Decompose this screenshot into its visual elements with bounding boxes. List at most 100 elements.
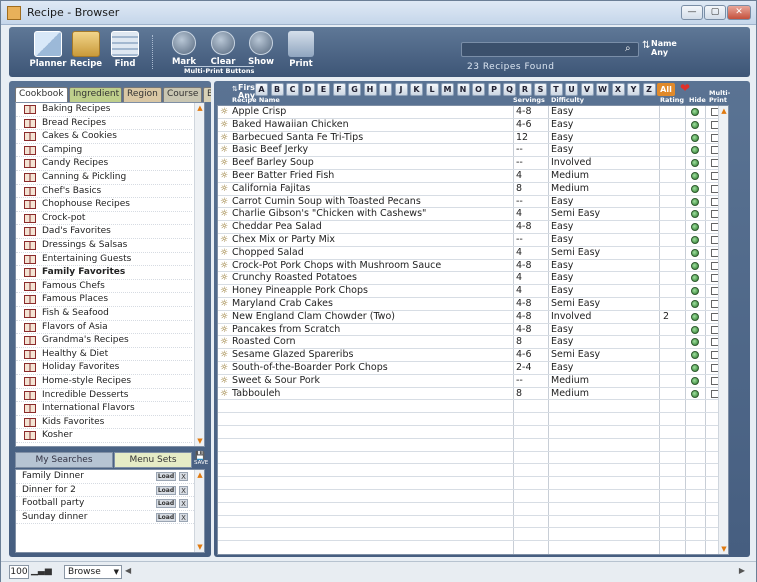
table-row[interactable]: ☼ South-of-the-Boarder Pork Chops 2-4 Easy xyxy=(218,362,719,375)
hide-toggle[interactable] xyxy=(691,108,699,116)
letter-button-p[interactable]: P xyxy=(487,83,501,96)
col-head-difficulty[interactable]: Difficulty xyxy=(551,97,584,104)
hide-toggle[interactable] xyxy=(691,146,699,155)
menu-set-item[interactable]: Football party Load X xyxy=(16,497,194,511)
table-row[interactable]: ☼ Chopped Salad 4 Semi Easy xyxy=(218,247,719,260)
letter-button-k[interactable]: K xyxy=(410,83,423,96)
all-letters-button[interactable]: All xyxy=(657,83,675,96)
table-row[interactable]: ☼ Crunchy Roasted Potatoes 4 Easy xyxy=(218,272,719,286)
col-head-hide[interactable]: Hide xyxy=(689,97,706,104)
cookbook-item[interactable]: Baking Recipes xyxy=(16,103,192,117)
scroll-right-icon[interactable]: ▶ xyxy=(739,566,745,575)
cookbook-item[interactable]: Famous Chefs xyxy=(16,280,192,294)
table-row[interactable]: ☼ Pancakes from Scratch 4-8 Easy xyxy=(218,324,719,337)
letter-button-s[interactable]: S xyxy=(534,83,547,96)
recipe-button[interactable]: Recipe xyxy=(67,31,105,69)
cookbook-item[interactable]: Entertaining Guests xyxy=(16,253,192,267)
hide-toggle[interactable] xyxy=(691,312,699,321)
table-row[interactable]: ☼ Sweet & Sour Pork -- Medium xyxy=(218,375,719,388)
scroll-up-icon[interactable]: ▲ xyxy=(196,104,204,112)
table-row[interactable]: ☼ Maryland Crab Cakes 4-8 Semi Easy xyxy=(218,298,719,311)
cookbook-item[interactable]: Holiday Favorites xyxy=(16,361,192,375)
close-button[interactable]: ✕ xyxy=(727,5,751,20)
title-bar[interactable]: Recipe - Browser — ▢ ✕ xyxy=(1,1,756,25)
load-button[interactable]: Load xyxy=(156,512,176,522)
table-row[interactable]: ☼ Carrot Cumin Soup with Toasted Pecans --… xyxy=(218,196,719,209)
col-head-servings[interactable]: Servings xyxy=(513,97,545,104)
letter-button-j[interactable]: J xyxy=(394,83,408,96)
mark-button[interactable]: Mark xyxy=(165,31,203,67)
table-row[interactable]: ☼ Basic Beef Jerky -- Easy xyxy=(218,144,719,158)
letter-button-y[interactable]: Y xyxy=(627,83,640,96)
cookbook-item[interactable]: Incredible Desserts xyxy=(16,389,192,403)
hide-toggle[interactable] xyxy=(691,120,699,129)
cookbook-item[interactable]: Dad's Favorites xyxy=(16,225,192,239)
letter-button-n[interactable]: N xyxy=(456,83,470,96)
sort-arrow-icon[interactable]: ⇅ xyxy=(642,40,650,51)
zoom-level[interactable]: 100 xyxy=(9,565,29,579)
table-row[interactable]: ☼ Apple Crisp 4-8 Easy xyxy=(218,106,719,119)
letter-button-r[interactable]: R xyxy=(518,83,532,96)
cookbook-item[interactable]: Bread Recipes xyxy=(16,117,192,131)
load-button[interactable]: Load xyxy=(156,499,176,508)
load-button[interactable]: Load xyxy=(156,485,176,495)
zoom-icons[interactable]: ▁▃▅ xyxy=(31,566,52,576)
table-row[interactable]: ☼ Sesame Glazed Spareribs 4-6 Semi Easy xyxy=(218,349,719,362)
table-row[interactable]: ☼ Beef Barley Soup -- Involved xyxy=(218,157,719,170)
search-scope-toggle[interactable]: Name Any xyxy=(651,39,677,57)
save-icon[interactable]: 💾 SAVE xyxy=(194,452,208,468)
letter-button-v[interactable]: V xyxy=(580,83,594,96)
hide-toggle[interactable] xyxy=(691,338,699,347)
menu-set-item[interactable]: Family Dinner Load X xyxy=(16,470,194,484)
cookbook-item[interactable]: Kids Favorites xyxy=(16,416,192,430)
col-head-rating[interactable]: Rating xyxy=(660,97,684,104)
letter-button-e[interactable]: E xyxy=(317,83,330,96)
cookbook-item[interactable]: Chef's Basics xyxy=(16,185,192,199)
letter-button-t[interactable]: T xyxy=(549,83,563,96)
scroll-down-icon[interactable]: ▼ xyxy=(720,545,728,553)
hide-toggle[interactable] xyxy=(691,274,699,283)
letter-button-a[interactable]: A xyxy=(255,83,268,96)
letter-button-f[interactable]: F xyxy=(332,83,346,96)
cookbook-item[interactable]: Grandma's Recipes xyxy=(16,334,192,348)
letter-button-q[interactable]: Q xyxy=(503,83,516,96)
delete-button[interactable]: X xyxy=(179,472,188,481)
cookbook-item[interactable]: Camping xyxy=(16,144,192,158)
letter-button-u[interactable]: U xyxy=(565,83,578,96)
table-row[interactable]: ☼ Beer Batter Fried Fish 4 Medium xyxy=(218,170,719,183)
table-row[interactable]: ☼ Honey Pineapple Pork Chops 4 Easy xyxy=(218,285,719,298)
delete-button[interactable]: X xyxy=(179,485,188,495)
scroll-up-icon[interactable]: ▲ xyxy=(720,107,728,115)
cookbook-item[interactable]: Healthy & Diet xyxy=(16,348,192,362)
hide-toggle[interactable] xyxy=(691,184,699,193)
cookbook-item[interactable]: Dressings & Salsas xyxy=(16,239,192,253)
planner-button[interactable]: Planner xyxy=(29,31,67,69)
scroll-down-icon[interactable]: ▼ xyxy=(196,437,204,445)
tab-ingredient[interactable]: Ingredient xyxy=(69,87,122,102)
table-row[interactable]: ☼ Roasted Corn 8 Easy xyxy=(218,336,719,350)
hide-toggle[interactable] xyxy=(691,300,699,308)
recipe-table[interactable]: ☼ Apple Crisp 4-8 Easy ☼ Baked Hawaiian Chick… xyxy=(217,105,729,555)
cookbook-item[interactable]: Candy Recipes xyxy=(16,157,192,171)
letter-button-w[interactable]: W xyxy=(596,83,609,96)
letter-button-m[interactable]: M xyxy=(441,83,454,96)
menu-set-item[interactable]: Dinner for 2 Load X xyxy=(16,484,194,497)
menu-sets-list[interactable]: ▲ ▼ Family Dinner Load X Dinner for 2 Load X F… xyxy=(15,469,205,553)
letter-button-g[interactable]: G xyxy=(348,83,361,96)
tab-my-searches[interactable]: My Searches xyxy=(15,452,113,468)
load-button[interactable]: Load xyxy=(156,472,176,481)
letter-button-c[interactable]: C xyxy=(286,83,299,96)
hide-toggle[interactable] xyxy=(691,236,699,244)
tab-region[interactable]: Region xyxy=(123,87,162,102)
menu-set-item[interactable]: Sunday dinner Load X xyxy=(16,511,194,524)
minimize-button[interactable]: — xyxy=(681,5,703,20)
letter-button-i[interactable]: I xyxy=(379,83,392,96)
table-row[interactable]: ☼ New England Clam Chowder (Two) 4-8 Involv… xyxy=(218,311,719,324)
hide-toggle[interactable] xyxy=(691,210,699,219)
hide-toggle[interactable] xyxy=(691,223,699,232)
tab-cookbook[interactable]: Cookbook xyxy=(15,87,68,102)
cookbook-item[interactable]: Home-style Recipes xyxy=(16,375,192,389)
cookbook-item[interactable]: Cakes & Cookies xyxy=(16,130,192,144)
hide-toggle[interactable] xyxy=(691,261,699,270)
letter-button-b[interactable]: B xyxy=(270,83,284,96)
